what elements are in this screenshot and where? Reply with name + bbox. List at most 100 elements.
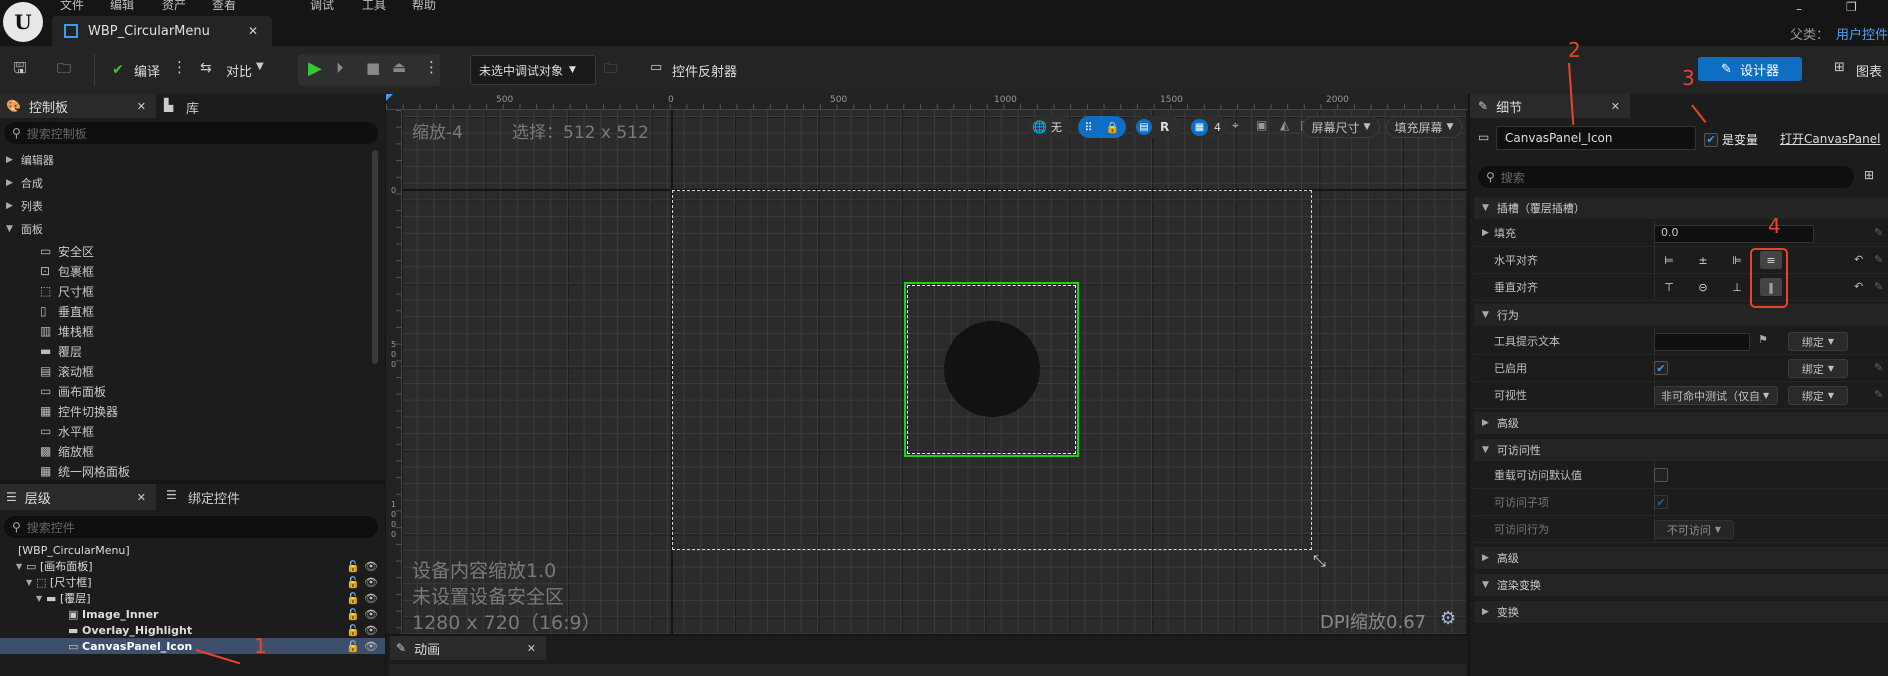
lock-icon[interactable]: 🔓 [346, 640, 360, 653]
menu-help[interactable]: 帮助 [412, 0, 436, 13]
advanced-section-2[interactable]: ▶ 高级 [1474, 547, 1888, 569]
tree-node[interactable]: [WBP_CircularMenu] [0, 542, 385, 558]
menu-view[interactable]: 查看 [212, 0, 236, 13]
browse-icon[interactable]: 🗀 [54, 60, 74, 80]
screen-size-dropdown[interactable]: 屏幕尺寸 ▼ [1302, 116, 1380, 138]
tree-node[interactable]: ▬ Overlay_Highlight 🔓 👁 [0, 622, 385, 638]
diff-chevron-icon[interactable]: ▼ [256, 61, 264, 72]
palette-item[interactable]: ⬚ 尺寸框 [0, 281, 370, 301]
reset-icon[interactable]: ↶ [1854, 280, 1863, 293]
library-icon[interactable]: ▙ [164, 98, 173, 112]
close-hierarchy-icon[interactable]: ✕ [137, 491, 146, 504]
graph-button[interactable]: 图表 [1856, 61, 1882, 80]
bind-dropdown[interactable]: 绑定 ▼ [1788, 386, 1848, 405]
table-view-icon[interactable]: ⊞ [1864, 168, 1874, 182]
align-center-icon[interactable]: ± [1692, 251, 1714, 269]
eye-icon[interactable]: 👁 [364, 560, 378, 573]
palette-tab[interactable]: 🎨 控制板 ✕ [0, 94, 156, 118]
align-middle-icon[interactable]: ⊝ [1692, 278, 1714, 296]
circle-image[interactable] [944, 321, 1040, 417]
document-tab[interactable]: WBP_CircularMenu ✕ [52, 16, 272, 46]
diff-icon[interactable]: ⇆ [200, 60, 212, 76]
property-options-icon[interactable]: ✎ [1874, 226, 1883, 239]
slot-section[interactable]: ▼ 插槽（覆层插槽） [1474, 197, 1888, 219]
play-icon[interactable]: ▶ [308, 58, 322, 79]
widget-name-field[interactable]: CanvasPanel_Icon [1496, 126, 1696, 150]
reset-icon[interactable]: ↶ [1854, 253, 1863, 266]
property-options-icon[interactable]: ✎ [1874, 388, 1883, 401]
palette-category[interactable]: ▶ 合成 [0, 173, 370, 193]
reflector-button[interactable]: 控件反射器 [672, 61, 737, 80]
property-options-icon[interactable]: ✎ [1874, 280, 1883, 293]
tree-node[interactable]: ▭ CanvasPanel_Icon 🔓 👁 [0, 638, 385, 654]
chevron-right-icon[interactable]: ▶ [1482, 228, 1489, 238]
details-tab[interactable]: ✎ 细节 ✕ [1470, 94, 1630, 118]
transform-section[interactable]: ▶ 变换 [1474, 601, 1888, 623]
lock-icon[interactable]: 🔓 [346, 560, 360, 573]
close-details-icon[interactable]: ✕ [1611, 100, 1620, 113]
bind-widgets-icon[interactable]: ☰ [166, 488, 177, 502]
column-divider[interactable] [1654, 274, 1655, 300]
stop-icon[interactable]: ■ [366, 59, 380, 77]
cursor-icon[interactable]: ⌖ [1232, 118, 1239, 133]
reflector-icon[interactable]: ▭ [650, 60, 662, 75]
palette-item[interactable]: ▦ 控件切换器 [0, 401, 370, 421]
behavior-section[interactable]: ▼ 行为 [1474, 304, 1888, 326]
animation-tab[interactable]: ✎ 动画 ✕ [390, 636, 546, 660]
mirror-icon[interactable]: ◭ [1280, 118, 1289, 132]
bind-dropdown[interactable]: 绑定 ▼ [1788, 359, 1848, 378]
lock-icon[interactable]: 🔓 [346, 624, 360, 637]
flag-icon[interactable]: ⚑ [1758, 333, 1768, 346]
padding-input[interactable]: 0.0 [1654, 225, 1814, 243]
override-access-checkbox[interactable] [1654, 468, 1668, 482]
eye-icon[interactable]: 👁 [364, 592, 378, 605]
palette-item[interactable]: ▭ 安全区 [0, 241, 370, 261]
compile-icon[interactable]: ✔ [108, 60, 128, 80]
debug-browse-icon[interactable]: 🗀 [604, 60, 617, 82]
palette-category[interactable]: ▶ 编辑器 [0, 150, 370, 170]
palette-item[interactable]: ▬ 覆层 [0, 341, 370, 361]
close-palette-icon[interactable]: ✕ [137, 100, 146, 113]
palette-item[interactable]: ▥ 堆栈框 [0, 321, 370, 341]
palette-category[interactable]: ▼ 面板 [0, 219, 370, 239]
palette-search[interactable]: ⚲ 搜索控制板 [4, 122, 378, 144]
palette-scrollbar[interactable] [372, 150, 378, 364]
tree-node[interactable]: ▼ ⬚ [尺寸框] 🔓 👁 [0, 574, 385, 590]
tree-node[interactable]: ▣ Image_Inner 🔓 👁 [0, 606, 385, 622]
unreal-logo-icon[interactable]: U [3, 2, 43, 42]
palette-item[interactable]: ▩ 缩放框 [0, 441, 370, 461]
localization-toggle[interactable]: 🌐 无 [1028, 116, 1072, 138]
chevron-down-icon[interactable]: ▼ [16, 562, 22, 571]
property-options-icon[interactable]: ✎ [1874, 361, 1883, 374]
menu-tools[interactable]: 工具 [362, 0, 386, 13]
eye-icon[interactable]: 👁 [364, 576, 378, 589]
menu-asset[interactable]: 资产 [162, 0, 186, 13]
menu-debug[interactable]: 调试 [310, 0, 334, 13]
palette-item[interactable]: ⊡ 包裹框 [0, 261, 370, 281]
palette-category[interactable]: ▶ 列表 [0, 196, 370, 216]
align-bottom-icon[interactable]: ⊥ [1726, 278, 1748, 296]
eject-icon[interactable]: ⏏ [392, 58, 406, 76]
property-options-icon[interactable]: ✎ [1874, 253, 1883, 266]
accessibility-section[interactable]: ▼ 可访问性 [1474, 439, 1888, 461]
tooltip-input[interactable] [1654, 333, 1750, 351]
chevron-down-icon[interactable]: ▼ [26, 578, 32, 587]
step-icon[interactable]: ⏵ [336, 59, 344, 77]
lock-icon[interactable]: 🔓 [346, 576, 360, 589]
diff-button[interactable]: 对比 [226, 61, 252, 80]
grid-snap-toggle[interactable]: ▦ 4 [1188, 116, 1228, 138]
align-right-icon[interactable]: ⊫ [1726, 251, 1748, 269]
save-icon[interactable]: 🖫 [10, 59, 30, 80]
close-tab-icon[interactable]: ✕ [248, 24, 258, 38]
eye-icon[interactable]: 👁 [364, 608, 378, 621]
palette-item[interactable]: ▤ 滚动框 [0, 361, 370, 381]
library-tab[interactable]: 库 [186, 98, 199, 117]
image-icon[interactable]: ▣ [1256, 118, 1267, 132]
fill-screen-dropdown[interactable]: 填充屏幕 ▼ [1386, 116, 1462, 138]
eye-icon[interactable]: 👁 [364, 640, 378, 653]
eye-icon[interactable]: 👁 [364, 624, 378, 637]
snap-toggle[interactable]: ⠿ 🔒 [1078, 116, 1126, 138]
open-class-link[interactable]: 打开CanvasPanel [1780, 130, 1880, 147]
palette-item[interactable]: ▭ 画布面板 [0, 381, 370, 401]
compile-button[interactable]: 编译 [134, 61, 160, 80]
